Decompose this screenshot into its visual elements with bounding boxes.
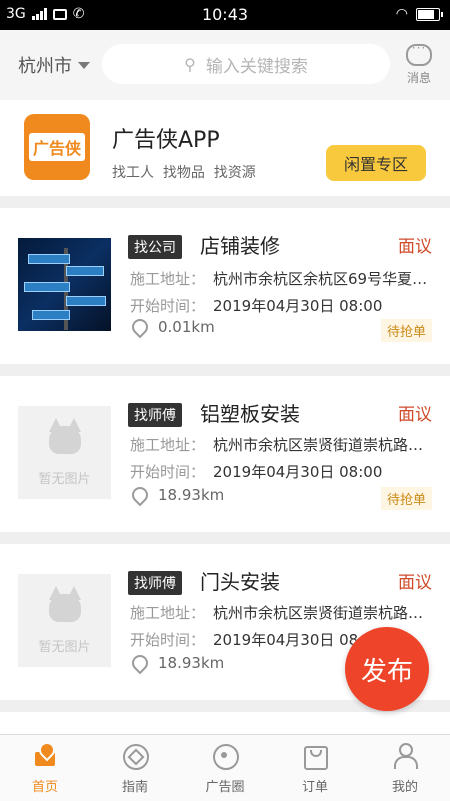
tab-label: 指南	[121, 780, 148, 795]
listing-card[interactable]: 暂无图片 找师傅 铝塑板安装 面议 施工地址： 杭州市余杭区崇贤街道崇杭路与… 开…	[0, 376, 450, 532]
banner-subtitle: 找工人 找物品 找资源	[112, 165, 256, 181]
address-value: 杭州市余杭区余杭区69号华夏…	[213, 270, 428, 288]
tab-guide[interactable]: 指南	[90, 735, 180, 801]
no-image-label: 暂无图片	[38, 640, 91, 655]
time-value: 2019年04月30日 08:00	[213, 297, 383, 315]
tab-label: 首页	[31, 780, 58, 795]
time-label: 开始时间：	[130, 463, 206, 481]
address-label: 施工地址：	[130, 604, 206, 622]
message-bubble-icon	[406, 41, 432, 66]
listing-tag: 找公司	[128, 235, 182, 259]
mascot-placeholder-icon	[43, 418, 87, 460]
bottom-tab-bar: 首页 指南 广告圈 订单 我的	[0, 734, 450, 801]
listing-distance: 0.01km	[128, 315, 215, 339]
address-label: 施工地址：	[130, 270, 206, 288]
listing-title: 门头安装	[200, 570, 280, 594]
sign-board	[32, 310, 70, 320]
address-value: 杭州市余杭区崇贤街道崇杭路与…	[213, 604, 430, 622]
address-label: 施工地址：	[130, 436, 206, 454]
battery-icon	[416, 7, 443, 21]
listing-address: 施工地址： 杭州市余杭区余杭区69号华夏…	[130, 268, 430, 289]
sign-board	[24, 282, 70, 292]
location-pin-icon	[128, 483, 152, 507]
tab-orders[interactable]: 订单	[270, 735, 360, 801]
banner-title: 广告侠APP	[112, 128, 220, 153]
app-logo: 广告侠	[24, 114, 90, 180]
logo-text: 广告侠	[29, 133, 85, 161]
messages-button[interactable]: 消息	[402, 41, 436, 86]
listing-price: 面议	[398, 237, 432, 257]
listing-thumbnail	[18, 238, 111, 331]
listing-title: 店铺装修	[200, 234, 280, 258]
listing-card[interactable]: 找公司 店铺装修 面议 施工地址： 杭州市余杭区余杭区69号华夏… 开始时间： 20…	[0, 208, 450, 364]
status-bar: 3G ✆ 10:43 ◠	[0, 0, 450, 30]
search-input[interactable]: ⚲ 输入关键搜索	[102, 44, 390, 84]
idle-zone-button[interactable]: 闲置专区	[326, 145, 426, 181]
listing-thumbnail-placeholder: 暂无图片	[18, 574, 111, 667]
listing-tag: 找师傅	[128, 571, 182, 595]
search-placeholder: 输入关键搜索	[205, 56, 308, 77]
bag-icon	[301, 742, 329, 770]
time-label: 开始时间：	[130, 297, 206, 315]
listing-distance: 18.93km	[128, 651, 225, 675]
tab-label: 广告圈	[205, 780, 245, 795]
time-value: 2019年04月30日 08:00	[213, 463, 383, 481]
tab-ad-circle[interactable]: 广告圈	[180, 735, 270, 801]
listing-card-partial[interactable]	[0, 712, 450, 734]
tab-home[interactable]: 首页	[0, 735, 90, 801]
sign-board	[66, 266, 104, 276]
listing-title: 铝塑板安装	[200, 402, 300, 426]
sign-board	[28, 254, 70, 264]
listing-address: 施工地址： 杭州市余杭区崇贤街道崇杭路与…	[130, 602, 430, 623]
distance-value: 18.93km	[158, 486, 225, 504]
status-badge: 待抢单	[380, 487, 432, 510]
sign-board	[66, 296, 106, 306]
listing-thumbnail-placeholder: 暂无图片	[18, 406, 111, 499]
city-selector[interactable]: 杭州市	[18, 52, 90, 78]
no-image-label: 暂无图片	[38, 472, 91, 487]
distance-value: 0.01km	[158, 318, 215, 336]
listing-start-time: 开始时间： 2019年04月30日 08:00	[130, 461, 430, 482]
wifi-icon: ◠	[395, 6, 408, 22]
user-icon	[391, 742, 419, 770]
publish-button[interactable]: 发布	[345, 627, 429, 711]
status-badge: 待抢单	[380, 319, 432, 342]
distance-value: 18.93km	[158, 654, 225, 672]
header: 杭州市 ⚲ 输入关键搜索 消息	[0, 30, 450, 100]
mascot-placeholder-icon	[43, 586, 87, 628]
listing-price: 面议	[398, 405, 432, 425]
listing-price: 面议	[398, 573, 432, 593]
location-pin-icon	[128, 651, 152, 675]
app-banner: 广告侠 广告侠APP 找工人 找物品 找资源 闲置专区	[0, 100, 450, 196]
search-icon: ⚲	[184, 54, 196, 74]
compass-icon	[121, 742, 149, 770]
listing-start-time: 开始时间： 2019年04月30日 08:00	[130, 295, 430, 316]
tab-label: 我的	[391, 780, 418, 795]
clock: 10:43	[201, 5, 249, 24]
address-value: 杭州市余杭区崇贤街道崇杭路与…	[213, 436, 430, 454]
listing-distance: 18.93km	[128, 483, 225, 507]
listing-tag: 找师傅	[128, 403, 182, 427]
location-pin-icon	[128, 315, 152, 339]
tab-me[interactable]: 我的	[360, 735, 450, 801]
status-right: ◠	[395, 6, 443, 22]
target-icon	[211, 742, 239, 770]
messages-label: 消息	[406, 71, 431, 85]
time-label: 开始时间：	[130, 631, 206, 649]
listing-address: 施工地址： 杭州市余杭区崇贤街道崇杭路与…	[130, 434, 430, 455]
city-label: 杭州市	[18, 56, 72, 77]
home-map-icon	[31, 738, 59, 770]
caret-down-icon	[78, 61, 90, 69]
tab-label: 订单	[301, 780, 328, 795]
